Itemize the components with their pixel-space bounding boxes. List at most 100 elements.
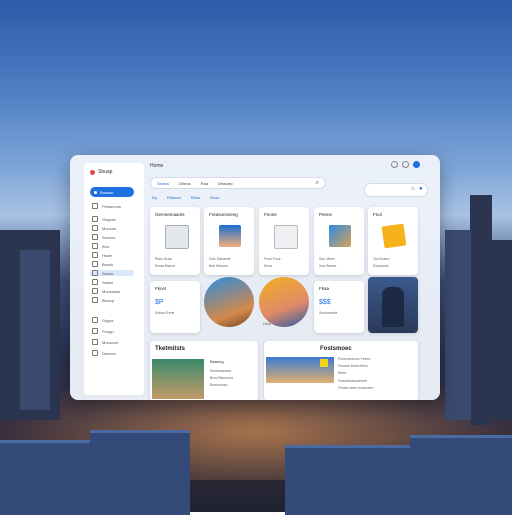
foreground-building xyxy=(410,435,512,515)
card-title: Fnol xyxy=(373,212,382,217)
help-icon xyxy=(92,350,98,356)
card-subtitle: Pbeo Buse xyxy=(155,257,173,261)
cloud-icon xyxy=(92,339,98,345)
card-title: Fkaa xyxy=(319,286,330,291)
app-card[interactable]: Peene Soe Meee Soe Beeea xyxy=(314,207,364,275)
building xyxy=(445,230,471,420)
card-line: Fsoeroeoemo Fesee xyxy=(338,357,371,361)
card-subtitle: Tos Boeeo xyxy=(373,257,390,261)
sidebar-item-label: Poopp xyxy=(102,328,114,334)
card-line: Fsaveenasoaeoee xyxy=(338,379,367,383)
page-title: Home xyxy=(150,163,164,169)
building xyxy=(20,250,50,410)
card-title: Fkcet xyxy=(155,286,167,291)
card-heading: Tketmitsts xyxy=(155,346,186,352)
tab[interactable]: Bq xyxy=(152,195,157,200)
utility-bar[interactable]: ⌂ ● xyxy=(364,183,428,197)
sidebar-item[interactable]: Bixxep xyxy=(92,297,114,303)
sidebar-item-label: Bixxep xyxy=(102,297,115,303)
content-card[interactable]: Tketmitsts Bsaring Eesbusaness Broe Bien… xyxy=(150,341,258,400)
stat-card[interactable]: Fkcet $P Soboe-Eene xyxy=(150,281,200,333)
sidebar-item-label: Boussn xyxy=(100,189,114,195)
search-chip[interactable]: Sioexs xyxy=(157,181,169,186)
top-bar: Home Sioexs Dheos Raa Dewoep ⌕ ⌂ ● xyxy=(150,161,428,197)
card-value: $P xyxy=(155,299,164,306)
notification-icon[interactable]: ⌂ xyxy=(411,186,415,192)
sidebar-item-label: Seeoc xyxy=(102,270,114,276)
video-card[interactable] xyxy=(368,277,418,333)
badge-icon xyxy=(320,359,328,367)
account-icon[interactable] xyxy=(413,161,420,168)
search-bar[interactable]: Sioexs Dheos Raa Dewoep ⌕ xyxy=(150,177,326,189)
foreground-building xyxy=(90,430,190,515)
profile-icon[interactable]: ● xyxy=(419,186,423,192)
card-subtitle: Sosmoesee xyxy=(319,311,338,315)
building-tower xyxy=(470,195,492,425)
settings-icon[interactable] xyxy=(391,161,398,168)
laptop-photo xyxy=(329,225,351,247)
sidebar-item[interactable]: Kiro xyxy=(92,243,109,249)
card-line: Reee xyxy=(338,371,347,375)
person-photo xyxy=(152,359,204,399)
sidebar-item-label: Beosk xyxy=(102,261,114,267)
sidebar-item-active[interactable]: Boussn xyxy=(90,187,134,197)
tab[interactable]: Reao xyxy=(210,195,220,200)
info-icon[interactable] xyxy=(402,161,409,168)
card-line: Broe Bieneeoe xyxy=(210,376,234,380)
sidebar-item[interactable]: Gspps xyxy=(92,317,114,323)
search-chip[interactable]: Raa xyxy=(201,181,208,186)
card-line: Boesoesse- xyxy=(210,383,229,387)
folder-icon xyxy=(381,223,407,249)
sidebar-item[interactable]: Pesseroos xyxy=(92,203,121,209)
app-card[interactable]: Gemnemaants Pbeo Buse Emaa Bepoe xyxy=(150,207,200,275)
sidebar-item-label: Dexnes xyxy=(102,350,116,356)
card-line: Fesoee Moee ffece xyxy=(338,364,368,368)
search-chip[interactable]: Dheos xyxy=(179,181,191,186)
sidebar: Sbuap Boussn Pesseroos Gsspee Moocus Sce… xyxy=(84,163,144,395)
sidebar-item[interactable]: Dexnes xyxy=(92,350,116,356)
card-subtitle: Soe Meee xyxy=(319,257,335,261)
app-card[interactable]: Fnol Tos Boeeo Eosenooe xyxy=(368,207,418,275)
card-subtitle: Soe Beeea xyxy=(319,264,337,268)
sidebar-item-highlighted[interactable]: Seeoc xyxy=(90,270,134,276)
sidebar-item-label: Moossace xyxy=(102,288,121,294)
sidebar-item[interactable]: Sasee xyxy=(92,279,113,285)
group-photo xyxy=(259,277,309,327)
home-icon xyxy=(94,190,97,194)
mail-icon xyxy=(92,243,98,249)
card-subtitle: Boe Besone xyxy=(209,264,229,268)
brand-label: Sbuap xyxy=(98,169,113,175)
app-card[interactable]: Freasunnveng Goe Saeaene Boe Besone xyxy=(204,207,254,275)
sidebar-item[interactable]: Moocus xyxy=(92,225,116,231)
phone-icon xyxy=(165,225,189,249)
sidebar-item[interactable]: Moossace xyxy=(92,288,120,294)
sidebar-item-label: Pesseroos xyxy=(102,203,121,209)
clock-icon xyxy=(92,261,98,267)
sidebar-item[interactable]: Beosk xyxy=(92,261,113,267)
search-chip[interactable]: Dewoep xyxy=(218,181,233,186)
sidebar-item-label: Moruccer xyxy=(102,339,119,345)
star-icon xyxy=(92,279,98,285)
card-subtitle: Fose Fooe xyxy=(264,257,281,261)
gear-icon xyxy=(92,288,98,294)
card-title: Feone xyxy=(264,212,277,217)
logo-icon xyxy=(90,169,95,175)
sidebar-item[interactable]: Hswe xyxy=(92,252,112,258)
tab[interactable]: Rbbsad xyxy=(167,195,181,200)
sidebar-item-label: Scenes xyxy=(102,234,116,240)
sidebar-item[interactable]: Scenes xyxy=(92,234,115,240)
card-subtitle: Soboe-Eene xyxy=(155,311,175,315)
person-photo xyxy=(219,225,241,247)
sidebar-item[interactable]: Poopp xyxy=(92,328,114,334)
doc-icon xyxy=(92,328,98,334)
stat-card[interactable]: Fkaa $$$ Sosmoesee xyxy=(314,281,364,333)
card-subtitle: Emaa Bepoe xyxy=(155,264,176,268)
app-card[interactable]: Feone Fose Fooe Snos xyxy=(259,207,309,275)
search-icon[interactable]: ⌕ xyxy=(316,180,319,187)
content-card[interactable]: Fostsmoec Fsoeroeoemo Fesee Fesoee Moee … xyxy=(264,341,418,400)
tab[interactable]: Rbos xyxy=(191,195,200,200)
sidebar-item[interactable]: Moruccer xyxy=(92,339,119,345)
brand: Sbuap xyxy=(90,169,112,175)
sidebar-item[interactable]: Gsspee xyxy=(92,216,116,222)
card-subtitle: Goe Saeaene xyxy=(209,257,231,261)
